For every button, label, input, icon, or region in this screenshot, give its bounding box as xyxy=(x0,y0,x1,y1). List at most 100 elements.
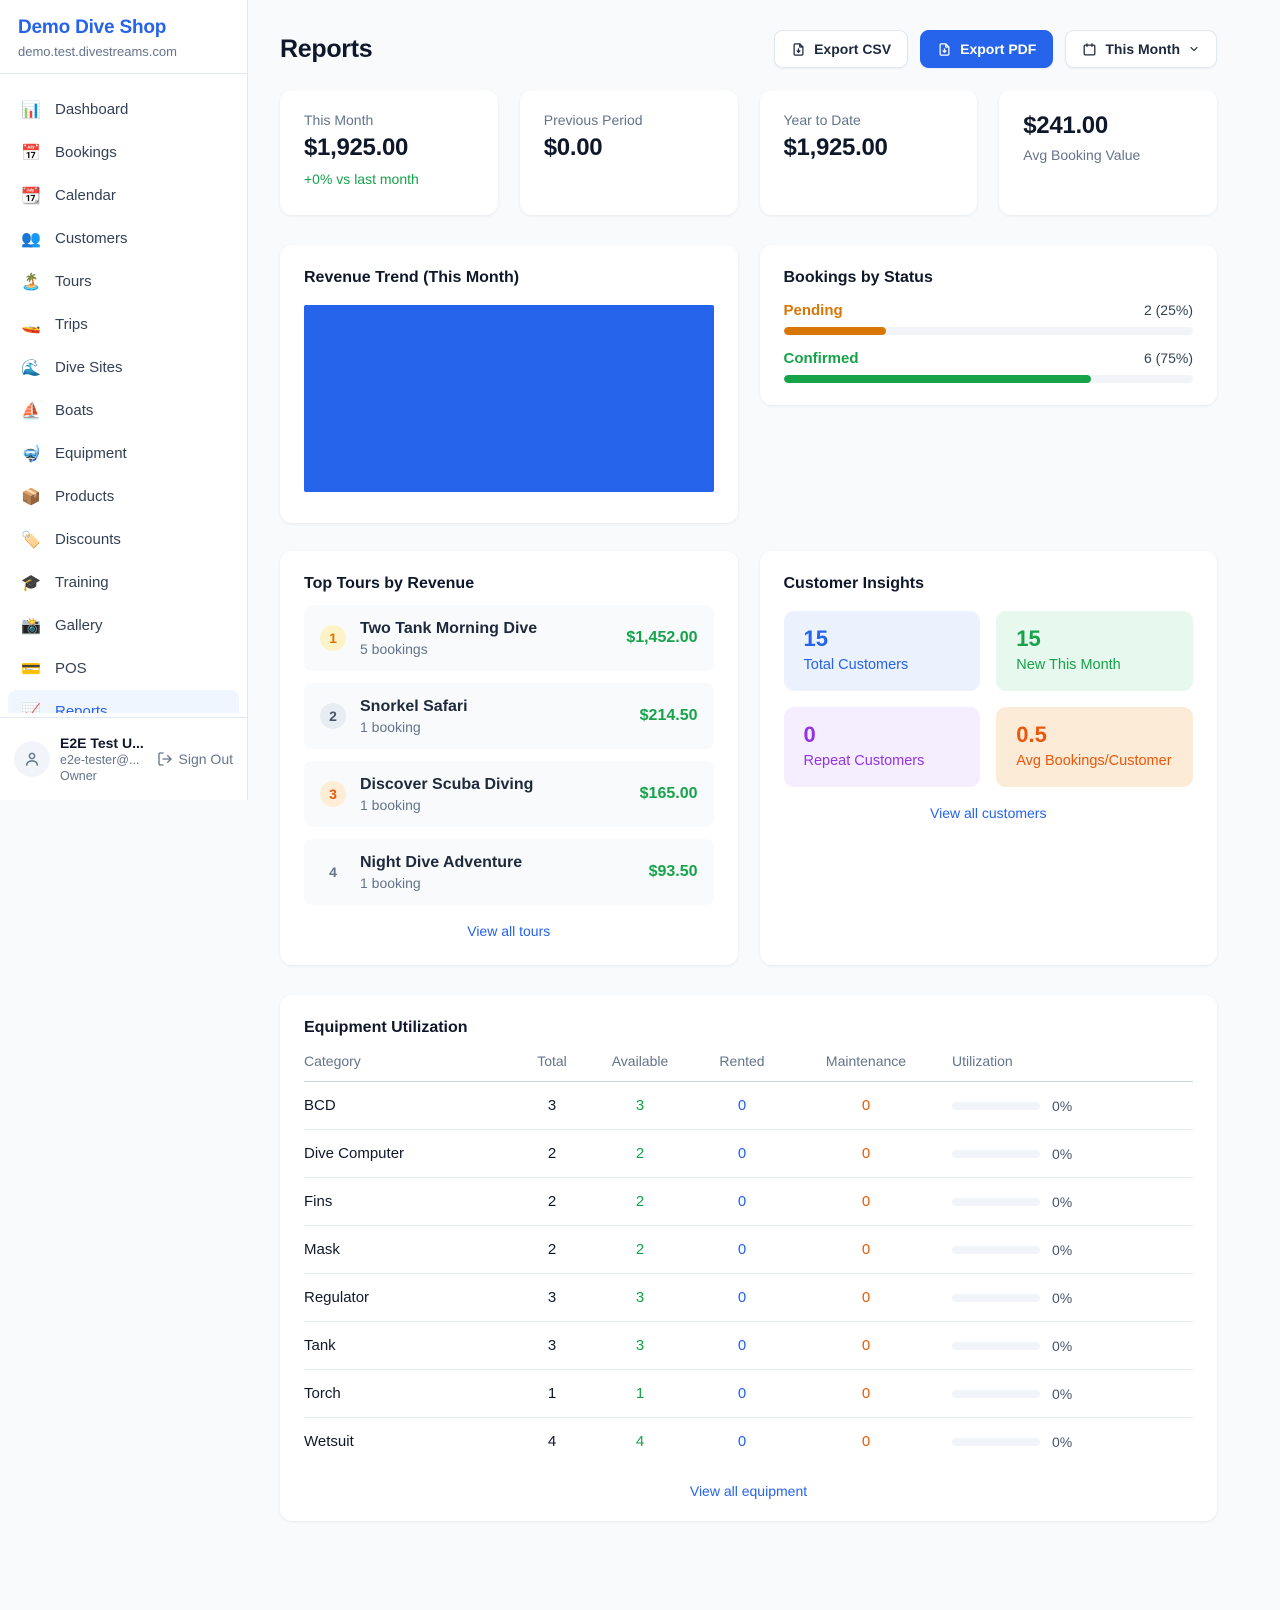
insight-label: Repeat Customers xyxy=(804,753,961,769)
cell-category: BCD xyxy=(304,1082,514,1130)
column-header: Utilization xyxy=(938,1053,1193,1082)
sidebar-item-trips[interactable]: 🚤 Trips xyxy=(8,303,239,346)
tour-name: Snorkel Safari xyxy=(360,698,468,716)
utilization-bar xyxy=(952,1390,1040,1398)
sidebar-item-label: Customers xyxy=(55,230,128,247)
table-row: Fins22000% xyxy=(304,1178,1193,1226)
view-all-equipment-link[interactable]: View all equipment xyxy=(690,1483,807,1499)
status-bar-track xyxy=(784,327,1194,335)
file-download-icon xyxy=(937,42,952,57)
sidebar-item-gallery[interactable]: 📸 Gallery xyxy=(8,604,239,647)
sailboat-icon: ⛵ xyxy=(20,401,42,421)
sidebar-item-label: Tours xyxy=(55,273,92,290)
dashboard-icon: 📊 xyxy=(20,100,42,120)
tour-amount: $1,452.00 xyxy=(626,629,697,647)
sidebar-item-calendar[interactable]: 📆Calendar xyxy=(8,174,239,217)
sidebar-item-boats[interactable]: ⛵Boats xyxy=(8,389,239,432)
period-label: This Month xyxy=(1105,41,1180,57)
period-dropdown[interactable]: This Month xyxy=(1065,30,1217,68)
customers-icon: 👥 xyxy=(20,229,42,249)
table-row: Wetsuit44000% xyxy=(304,1418,1193,1466)
sidebar-item-reports[interactable]: 📈Reports xyxy=(8,690,239,713)
cell-category: Fins xyxy=(304,1178,514,1226)
cell-rented: 0 xyxy=(690,1178,794,1226)
cell-total: 3 xyxy=(514,1322,590,1370)
sidebar-item-tours[interactable]: 🏝️Tours xyxy=(8,260,239,303)
sidebar-item-dive-sites[interactable]: 🌊Dive Sites xyxy=(8,346,239,389)
sidebar-item-label: Calendar xyxy=(55,187,116,204)
status-row: Confirmed 6 (75%) xyxy=(784,350,1194,383)
camera-icon: 📸 xyxy=(20,616,42,636)
sidebar-item-dashboard[interactable]: 📊Dashboard xyxy=(8,88,239,131)
cell-maintenance: 0 xyxy=(794,1418,938,1466)
utilization-bar xyxy=(952,1150,1040,1158)
cell-maintenance: 0 xyxy=(794,1322,938,1370)
stats-row: This Month $1,925.00 +0% vs last month P… xyxy=(280,90,1217,215)
tour-name: Night Dive Adventure xyxy=(360,854,522,872)
user-email: e2e-tester@... xyxy=(60,752,147,768)
top-tours-title: Top Tours by Revenue xyxy=(304,575,714,593)
export-pdf-button[interactable]: Export PDF xyxy=(920,30,1053,68)
view-all-customers-link[interactable]: View all customers xyxy=(930,805,1046,821)
user-name: E2E Test U... xyxy=(60,734,147,752)
tour-row: 3 Discover Scuba Diving 1 booking $165.0… xyxy=(304,761,714,827)
sidebar-item-label: Products xyxy=(55,488,114,505)
view-all-tours-link[interactable]: View all tours xyxy=(467,923,550,939)
column-header: Rented xyxy=(690,1053,794,1082)
sidebar-item-products[interactable]: 📦Products xyxy=(8,475,239,518)
tour-bookings: 1 booking xyxy=(360,797,533,813)
sidebar-item-label: Training xyxy=(55,574,109,591)
utilization-percent: 0% xyxy=(1052,1338,1072,1354)
bookings-by-status-title: Bookings by Status xyxy=(784,269,1194,287)
cell-rented: 0 xyxy=(690,1322,794,1370)
brand: Demo Dive Shop demo.test.divestreams.com xyxy=(0,0,247,74)
cell-available: 2 xyxy=(590,1178,690,1226)
sidebar-item-label: Gallery xyxy=(55,617,103,634)
sidebar-item-discounts[interactable]: 🏷️Discounts xyxy=(8,518,239,561)
cell-category: Torch xyxy=(304,1370,514,1418)
cell-maintenance: 0 xyxy=(794,1130,938,1178)
person-icon xyxy=(23,750,41,768)
table-row: BCD33000% xyxy=(304,1082,1193,1130)
sidebar-item-customers[interactable]: 👥 Customers xyxy=(8,217,239,260)
cell-rented: 0 xyxy=(690,1418,794,1466)
cell-maintenance: 0 xyxy=(794,1082,938,1130)
customer-insights-title: Customer Insights xyxy=(784,575,1194,593)
export-csv-button[interactable]: Export CSV xyxy=(774,30,908,68)
wave-icon: 🌊 xyxy=(20,358,42,378)
status-bar-fill xyxy=(784,375,1091,383)
insight-tile: 0.5 Avg Bookings/Customer xyxy=(996,707,1193,787)
revenue-trend-title: Revenue Trend (This Month) xyxy=(304,269,714,287)
speedboat-icon: 🚤 xyxy=(20,315,42,335)
cell-category: Mask xyxy=(304,1226,514,1274)
sign-out-button[interactable]: Sign Out xyxy=(157,751,233,767)
status-label: Pending xyxy=(784,302,843,319)
brand-name[interactable]: Demo Dive Shop xyxy=(18,17,229,39)
cell-rented: 0 xyxy=(690,1274,794,1322)
cell-available: 1 xyxy=(590,1370,690,1418)
cell-total: 2 xyxy=(514,1130,590,1178)
stat-value: $0.00 xyxy=(544,134,714,162)
equipment-utilization-title: Equipment Utilization xyxy=(304,1019,1193,1037)
column-header: Available xyxy=(590,1053,690,1082)
brand-domain: demo.test.divestreams.com xyxy=(18,44,229,59)
avatar xyxy=(14,741,50,777)
sidebar-item-pos[interactable]: 💳POS xyxy=(8,647,239,690)
insight-value: 0.5 xyxy=(1016,722,1173,748)
sidebar-nav: 📊Dashboard 📅Bookings 📆Calendar 👥 Customer… xyxy=(0,74,247,713)
tour-row: 2 Snorkel Safari 1 booking $214.50 xyxy=(304,683,714,749)
sidebar-item-training[interactable]: 🎓Training xyxy=(8,561,239,604)
bookings-calendar-icon: 📅 xyxy=(20,143,42,163)
sidebar-item-bookings[interactable]: 📅Bookings xyxy=(8,131,239,174)
stat-value: $1,925.00 xyxy=(304,134,474,162)
cell-total: 2 xyxy=(514,1178,590,1226)
sidebar-item-equipment[interactable]: 🤿Equipment xyxy=(8,432,239,475)
calendar-icon xyxy=(1082,42,1097,57)
utilization-percent: 0% xyxy=(1052,1386,1072,1402)
cell-total: 2 xyxy=(514,1226,590,1274)
sidebar-item-label: Reports xyxy=(55,703,108,713)
tour-amount: $93.50 xyxy=(649,863,698,881)
cell-available: 3 xyxy=(590,1322,690,1370)
cell-category: Dive Computer xyxy=(304,1130,514,1178)
sidebar-item-label: Trips xyxy=(55,316,88,333)
